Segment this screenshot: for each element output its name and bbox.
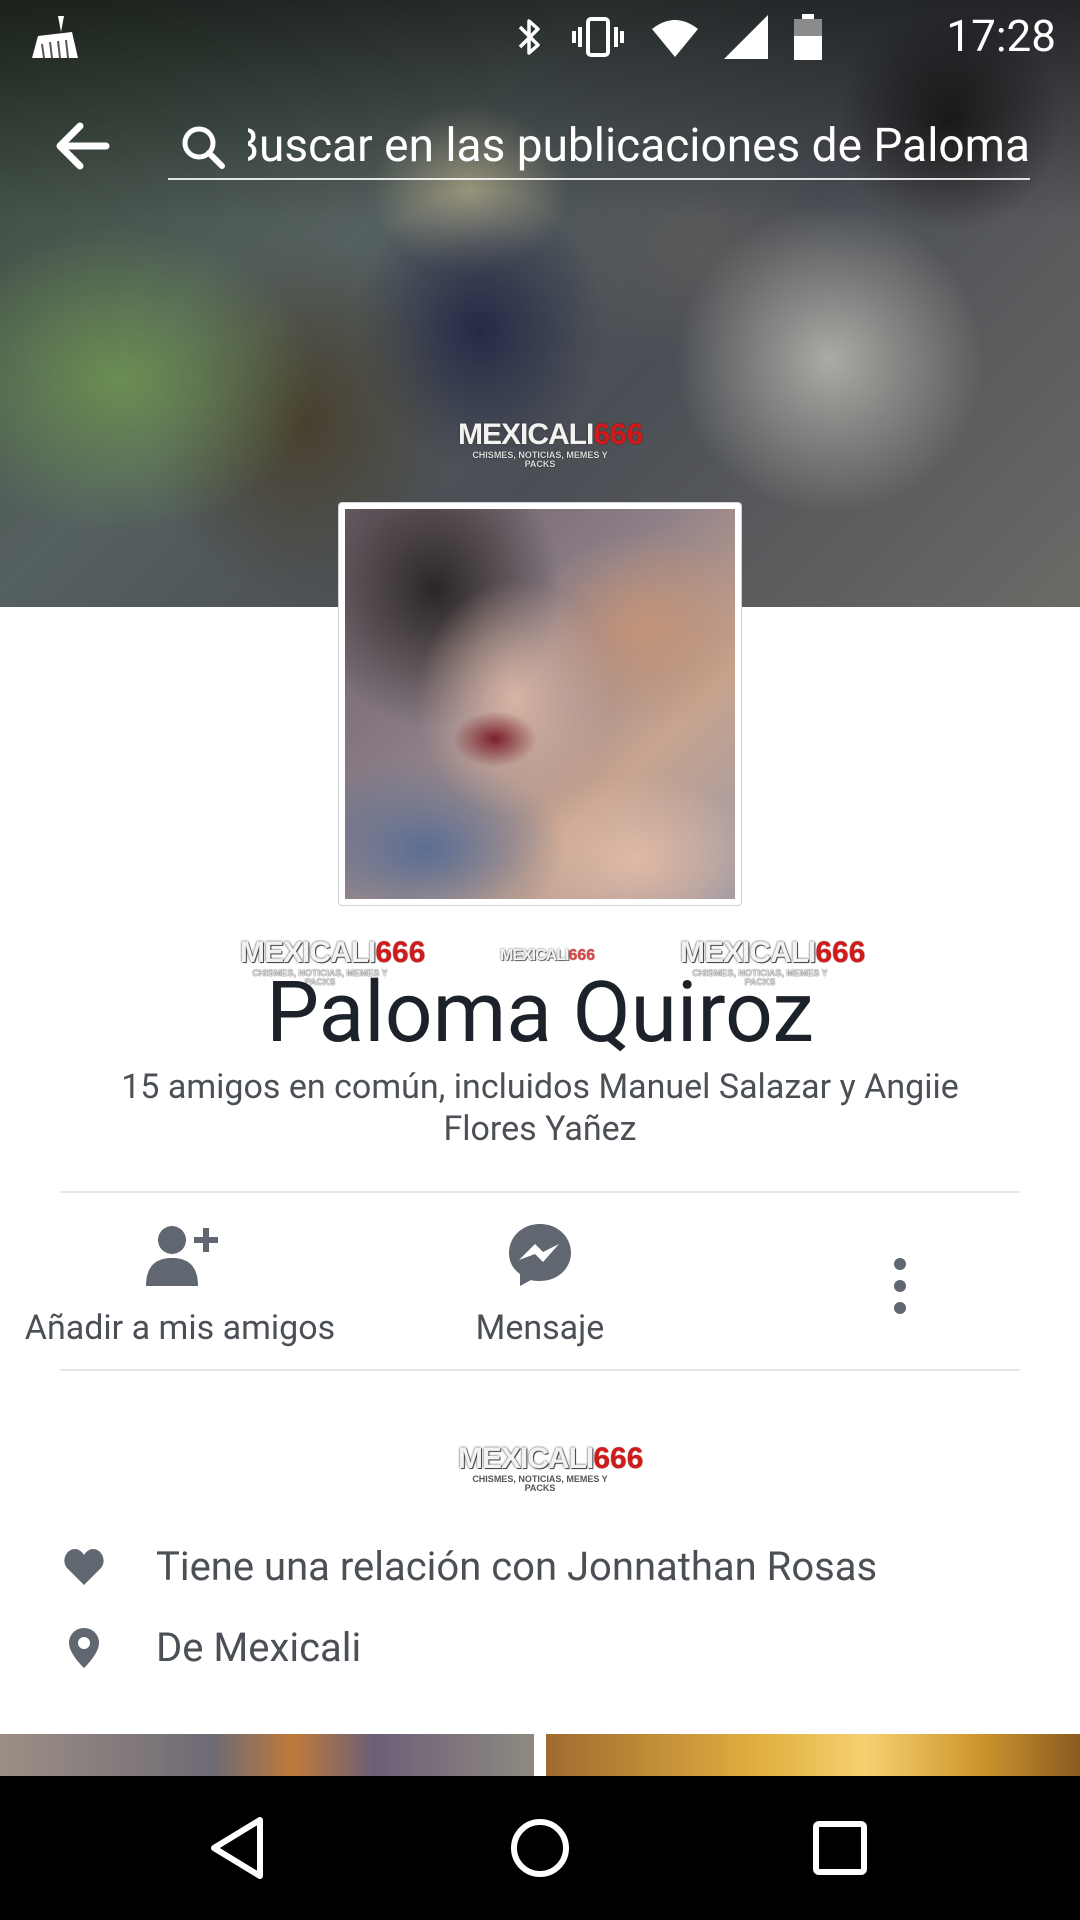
cleaner-app-icon <box>32 16 78 59</box>
system-nav-bar <box>0 1776 1080 1920</box>
more-options-button[interactable] <box>860 1220 940 1350</box>
battery-icon <box>794 14 822 60</box>
profile-photo <box>345 509 735 899</box>
nav-home-icon[interactable] <box>500 1808 580 1888</box>
clock: 17:28 <box>946 10 1056 62</box>
wifi-icon <box>652 20 698 57</box>
more-vertical-icon <box>894 1258 906 1314</box>
divider <box>60 1369 1020 1371</box>
profile-picture[interactable] <box>338 502 742 906</box>
bluetooth-icon <box>518 19 540 55</box>
status-icons <box>514 14 822 60</box>
search-bar: Buscar en las publicaciones de Paloma <box>0 90 1080 200</box>
signal-icon <box>724 15 768 59</box>
relationship-row[interactable]: Tiene una relación con Jonnathan Rosas <box>0 1537 1080 1597</box>
mutual-friends[interactable]: 15 amigos en común, incluidos Manuel Sal… <box>90 1066 990 1150</box>
watermark-logo: MEXICALI666 CHISMES, NOTICIAS, MEMES Y P… <box>458 1442 644 1493</box>
watermark-logo: MEXICALI666 CHISMES, NOTICIAS, MEMES Y P… <box>458 418 644 469</box>
message-button[interactable]: Mensaje <box>440 1220 640 1350</box>
location-row[interactable]: De Mexicali <box>0 1618 1080 1678</box>
search-text: Buscar en las publicaciones de Paloma <box>248 119 1030 173</box>
divider <box>60 1191 1020 1193</box>
photo-thumbnail[interactable] <box>0 1734 534 1776</box>
search-input[interactable]: Buscar en las publicaciones de Paloma <box>168 110 1030 180</box>
search-icon <box>182 126 225 169</box>
nav-back-icon[interactable] <box>200 1808 280 1888</box>
nav-recents-icon[interactable] <box>800 1808 880 1888</box>
messenger-icon <box>509 1224 571 1286</box>
status-bar: 17:28 <box>0 0 1080 72</box>
location-pin-icon <box>69 1628 99 1668</box>
add-friend-icon <box>146 1226 218 1286</box>
profile-name: Paloma Quiroz <box>266 963 814 1062</box>
photo-thumbnail[interactable] <box>546 1734 1080 1776</box>
back-arrow-icon[interactable] <box>50 114 114 178</box>
heart-icon <box>64 1549 104 1585</box>
add-friend-button[interactable]: Añadir a mis amigos <box>0 1220 360 1350</box>
vibrate-icon <box>572 17 624 57</box>
